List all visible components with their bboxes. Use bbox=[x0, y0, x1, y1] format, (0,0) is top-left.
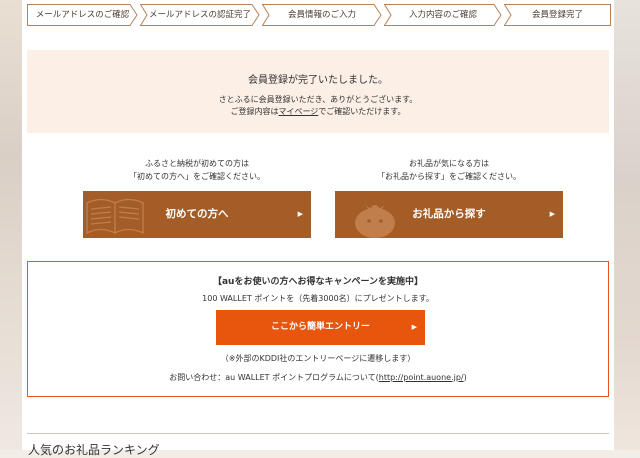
first-time-button[interactable]: 初めての方へ ▶ bbox=[83, 191, 311, 238]
step-email-verified: メールアドレスの認証完了 bbox=[140, 4, 260, 26]
campaign-contact: お問い合わせ：au WALLET ポイントプログラムについて(http://po… bbox=[169, 373, 467, 382]
registration-steps: メールアドレスのご確認 メールアドレスの認証完了 会員情報のご入力 入力内容のご… bbox=[27, 4, 611, 26]
gift-search-section: お礼品が気になる方は 「お礼品から探す」をご確認ください。 お礼品から探す ▶ bbox=[335, 158, 563, 238]
campaign-subtitle: 100 WALLET ポイントを（先着3000名）にプレゼントします。 bbox=[202, 294, 434, 303]
completion-thanks: さとふるに会員登録いただき、ありがとうございます。 bbox=[218, 95, 418, 104]
step-member-info: 会員情報のご入力 bbox=[262, 4, 382, 26]
ranking-divider bbox=[27, 433, 609, 434]
background-photo-left bbox=[0, 0, 22, 450]
first-time-note: ふるさと納税が初めての方は bbox=[145, 159, 249, 168]
background-photo-right bbox=[614, 0, 640, 450]
campaign-external-note: （※外部のKDDI社のエントリーページに遷移します） bbox=[220, 354, 416, 363]
auone-point-link[interactable]: http://point.auone.jp/ bbox=[379, 373, 464, 382]
step-label: 会員登録完了 bbox=[531, 10, 583, 20]
gift-search-note: お礼品が気になる方は bbox=[409, 159, 489, 168]
first-time-button-label: 初めての方へ bbox=[165, 208, 229, 220]
step-label: メールアドレスのご確認 bbox=[35, 10, 130, 20]
arrow-right-icon: ▶ bbox=[411, 323, 417, 331]
gift-search-note-2: 「お礼品から探す」をご確認ください。 bbox=[377, 172, 521, 181]
campaign-title: 【auをお使いの方へお得なキャンペーンを実施中】 bbox=[212, 277, 424, 287]
campaign-entry-button[interactable]: ここから簡単エントリー ▶ bbox=[216, 310, 425, 345]
step-label: 会員情報のご入力 bbox=[287, 10, 356, 20]
step-registration-complete: 会員登録完了 bbox=[504, 4, 611, 26]
completion-message-box: 会員登録が完了いたしました。 さとふるに会員登録いただき、ありがとうございます。… bbox=[27, 50, 609, 133]
step-label: メールアドレスの認証完了 bbox=[148, 10, 251, 20]
au-campaign-box: 【auをお使いの方へお得なキャンペーンを実施中】 100 WALLET ポイント… bbox=[27, 261, 609, 397]
main-content: メールアドレスのご確認 メールアドレスの認証完了 会員情報のご入力 入力内容のご… bbox=[22, 0, 614, 457]
first-time-section: ふるさと納税が初めての方は 「初めての方へ」をご確認ください。 初めての方へ ▶ bbox=[83, 158, 311, 238]
step-label: 入力内容のご確認 bbox=[408, 10, 477, 20]
arrow-right-icon: ▶ bbox=[297, 210, 303, 218]
step-input-confirm: 入力内容のご確認 bbox=[384, 4, 502, 26]
first-time-note-2: 「初めての方へ」をご確認ください。 bbox=[129, 172, 265, 181]
arrow-right-icon: ▶ bbox=[549, 210, 555, 218]
gift-search-button[interactable]: お礼品から探す ▶ bbox=[335, 191, 563, 238]
campaign-entry-label: ここから簡単エントリー bbox=[270, 322, 370, 332]
mypage-link[interactable]: マイページ bbox=[278, 107, 318, 116]
completion-mypage-note: ご登録内容はマイページでご確認いただけます。 bbox=[230, 107, 406, 116]
step-email-confirm: メールアドレスのご確認 bbox=[27, 4, 138, 26]
gift-search-button-label: お礼品から探す bbox=[412, 208, 486, 220]
completion-title: 会員登録が完了いたしました。 bbox=[248, 75, 388, 86]
